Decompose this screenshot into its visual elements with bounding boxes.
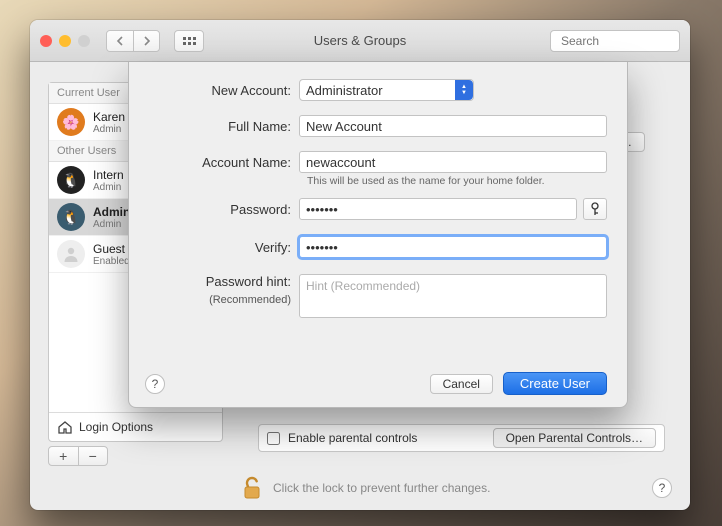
grid-icon <box>183 37 196 45</box>
cancel-button[interactable]: Cancel <box>430 374 493 394</box>
guest-silhouette-icon <box>62 245 80 263</box>
new-account-sheet: New Account: Administrator ▲▼ Full Name:… <box>128 62 628 408</box>
user-role: Enabled <box>93 256 130 267</box>
account-type-value: Administrator <box>306 83 383 98</box>
avatar: 🌸 <box>57 108 85 136</box>
label-password-hint: Password hint: (Recommended) <box>149 274 299 308</box>
password-hint-input[interactable]: Hint (Recommended) <box>299 274 607 318</box>
zoom-window-icon[interactable] <box>78 35 90 47</box>
account-name-input[interactable]: newaccount <box>299 151 607 173</box>
chevron-right-icon <box>143 36 151 46</box>
password-key-button[interactable] <box>583 198 607 220</box>
label-new-account: New Account: <box>149 83 299 98</box>
user-name: Admin <box>93 205 130 219</box>
parental-controls-bar: Enable parental controls Open Parental C… <box>258 424 665 452</box>
window-controls <box>40 35 90 47</box>
user-role: Admin <box>93 219 130 230</box>
show-all-button[interactable] <box>174 30 204 52</box>
sidebar-add-remove: + − <box>48 446 108 466</box>
add-user-button[interactable]: + <box>49 447 78 465</box>
search-field[interactable] <box>550 30 680 52</box>
minimize-window-icon[interactable] <box>59 35 71 47</box>
account-type-select[interactable]: Administrator ▲▼ <box>299 79 474 101</box>
create-user-button[interactable]: Create User <box>503 372 607 395</box>
login-options[interactable]: Login Options <box>49 412 222 441</box>
forward-button[interactable] <box>133 31 159 51</box>
user-name: Intern <box>93 168 124 182</box>
lock-row: Click the lock to prevent further change… <box>241 476 672 500</box>
search-input[interactable] <box>561 34 690 48</box>
sheet-help-button[interactable]: ? <box>145 374 165 394</box>
prefs-window: Users & Groups Current User 🌸 Karen Admi… <box>30 20 690 510</box>
label-full-name: Full Name: <box>149 119 299 134</box>
remove-user-button[interactable]: − <box>78 447 108 465</box>
close-window-icon[interactable] <box>40 35 52 47</box>
titlebar: Users & Groups <box>30 20 690 62</box>
chevron-left-icon <box>116 36 124 46</box>
label-verify: Verify: <box>149 240 299 255</box>
avatar: 🐧 <box>57 203 85 231</box>
enable-parental-label: Enable parental controls <box>288 431 417 445</box>
user-role: Admin <box>93 124 125 135</box>
login-options-label: Login Options <box>79 420 153 434</box>
verify-input[interactable]: ••••••• <box>299 236 607 258</box>
account-name-hint: This will be used as the name for your h… <box>287 175 627 187</box>
help-button[interactable]: ? <box>652 478 672 498</box>
open-parental-controls-button[interactable]: Open Parental Controls… <box>493 428 656 448</box>
password-input[interactable]: ••••••• <box>299 198 577 220</box>
avatar: 🐧 <box>57 166 85 194</box>
select-arrows-icon: ▲▼ <box>455 80 473 100</box>
key-icon <box>589 202 601 216</box>
back-button[interactable] <box>107 31 133 51</box>
user-role: Admin <box>93 182 124 193</box>
enable-parental-checkbox[interactable] <box>267 432 280 445</box>
label-account-name: Account Name: <box>149 155 299 170</box>
label-password: Password: <box>149 202 299 217</box>
user-name: Karen <box>93 110 125 124</box>
lock-icon[interactable] <box>241 476 263 500</box>
avatar <box>57 240 85 268</box>
user-name: Guest <box>93 242 130 256</box>
house-icon <box>57 419 73 435</box>
nav-buttons <box>106 30 160 52</box>
full-name-input[interactable]: New Account <box>299 115 607 137</box>
lock-text: Click the lock to prevent further change… <box>273 481 490 495</box>
